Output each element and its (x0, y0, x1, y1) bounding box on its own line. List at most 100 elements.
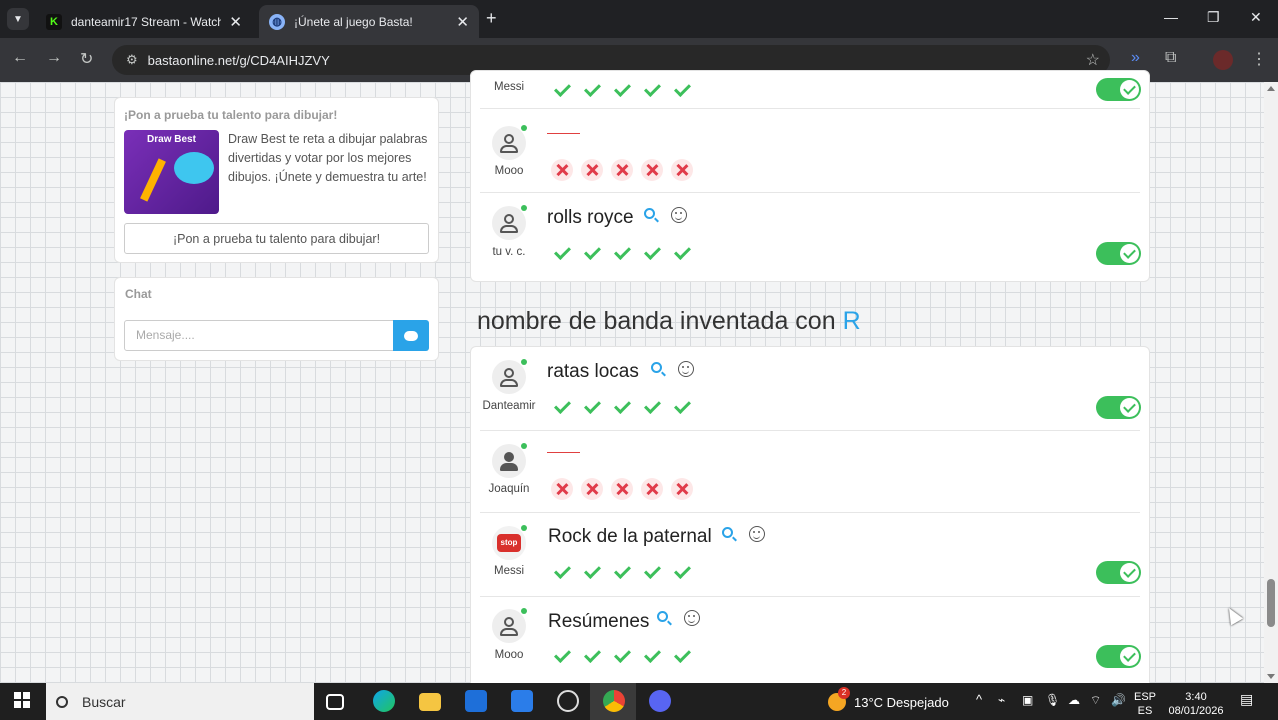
check-icon[interactable] (581, 561, 603, 583)
check-icon[interactable] (671, 645, 693, 667)
minimize-icon[interactable]: — (1164, 9, 1178, 25)
tab-basta[interactable]: ◍ ¡Únete al juego Basta! ✕ (259, 5, 479, 38)
check-icon[interactable] (581, 79, 603, 101)
search-icon[interactable] (657, 611, 668, 622)
check-icon[interactable] (671, 79, 693, 101)
emoji-react-icon[interactable] (678, 361, 694, 377)
check-icon[interactable] (581, 396, 603, 418)
back-icon[interactable]: ← (12, 49, 28, 67)
check-icon[interactable] (611, 242, 633, 264)
cross-icon[interactable] (641, 478, 663, 500)
cross-icon[interactable] (671, 159, 693, 181)
file-explorer-icon[interactable] (419, 693, 441, 711)
bookmark-star-icon[interactable]: ☆ (1086, 50, 1100, 70)
check-icon[interactable] (551, 645, 573, 667)
check-icon[interactable] (611, 561, 633, 583)
approve-toggle[interactable] (1096, 78, 1141, 101)
approve-toggle[interactable] (1096, 645, 1141, 668)
promo-button[interactable]: ¡Pon a prueba tu talento para dibujar! (124, 223, 429, 254)
scroll-down-icon[interactable] (1267, 674, 1275, 679)
microphone-icon[interactable]: 🎙 (1045, 693, 1060, 707)
obs-icon[interactable] (557, 690, 579, 712)
extension-icon[interactable]: » (1131, 49, 1140, 67)
cloud-icon[interactable]: ☁ (1068, 693, 1080, 707)
forward-icon[interactable]: → (46, 49, 62, 67)
search-icon[interactable] (722, 527, 733, 538)
cross-icon[interactable] (611, 478, 633, 500)
scroll-thumb[interactable] (1267, 579, 1275, 627)
close-tab-icon[interactable]: ✕ (229, 13, 242, 31)
approve-toggle[interactable] (1096, 396, 1141, 419)
close-tab-icon[interactable]: ✕ (456, 13, 469, 31)
approve-toggle[interactable] (1096, 561, 1141, 584)
new-tab-icon[interactable]: + (486, 8, 497, 29)
check-icon[interactable] (551, 79, 573, 101)
chrome-icon[interactable] (603, 690, 625, 712)
draw-best-image[interactable]: Draw Best (124, 130, 219, 214)
search-icon[interactable] (651, 362, 662, 373)
page-scrollbar[interactable] (1264, 82, 1278, 683)
network-icon[interactable]: ⌁ (998, 693, 1005, 707)
player-name: Mooo (494, 165, 524, 177)
store-icon[interactable] (511, 690, 533, 712)
reload-icon[interactable]: ↻ (80, 49, 93, 69)
online-dot (521, 443, 527, 449)
taskbar-search[interactable]: Buscar (46, 683, 314, 720)
emoji-react-icon[interactable] (684, 610, 700, 626)
discord-icon[interactable] (649, 690, 671, 712)
site-info-icon[interactable]: ⚙ (126, 52, 138, 68)
windows-start-icon[interactable] (14, 692, 30, 708)
outlook-icon[interactable] (465, 690, 487, 712)
pencil-graphic (140, 158, 166, 202)
cross-icon[interactable] (581, 159, 603, 181)
chat-message-input[interactable]: Mensaje.... (124, 320, 394, 351)
menu-kebab-icon[interactable]: ⋮ (1251, 49, 1267, 69)
edge-icon[interactable] (373, 690, 395, 712)
check-icon[interactable] (641, 242, 663, 264)
check-icon[interactable] (551, 396, 573, 418)
check-icon[interactable] (671, 396, 693, 418)
approve-toggle[interactable] (1096, 242, 1141, 265)
clock[interactable]: 3:40 08/01/2026 (1164, 690, 1228, 718)
profile-avatar[interactable] (1213, 50, 1233, 70)
emoji-react-icon[interactable] (749, 526, 765, 542)
check-icon[interactable] (611, 79, 633, 101)
task-view-icon[interactable] (326, 694, 344, 710)
notification-icon[interactable]: ▤ (1240, 692, 1253, 706)
check-icon[interactable] (611, 396, 633, 418)
device-icon[interactable]: ▣ (1022, 693, 1033, 707)
check-icon[interactable] (671, 561, 693, 583)
check-icon[interactable] (671, 242, 693, 264)
check-icon[interactable] (641, 645, 663, 667)
cross-icon[interactable] (581, 478, 603, 500)
cross-icon[interactable] (641, 159, 663, 181)
close-window-icon[interactable]: ✕ (1250, 9, 1262, 26)
tab-stream[interactable]: K danteamir17 Stream - Watch Li ✕ (36, 5, 252, 38)
check-icon[interactable] (641, 561, 663, 583)
cross-icon[interactable] (551, 478, 573, 500)
speaker-icon[interactable]: 🔊 (1111, 693, 1126, 707)
chat-send-button[interactable] (393, 320, 429, 351)
search-icon (56, 695, 68, 708)
check-icon[interactable] (581, 645, 603, 667)
check-icon (1120, 563, 1139, 582)
cross-icon[interactable] (611, 159, 633, 181)
check-icon[interactable] (551, 242, 573, 264)
search-icon[interactable] (644, 208, 655, 219)
weather-widget[interactable]: 2 13°C Despejado (828, 687, 949, 711)
cross-icon[interactable] (671, 478, 693, 500)
scroll-up-icon[interactable] (1267, 86, 1275, 91)
check-icon[interactable] (641, 79, 663, 101)
check-icon[interactable] (641, 396, 663, 418)
cross-icon[interactable] (551, 159, 573, 181)
check-icon[interactable] (551, 561, 573, 583)
restore-icon[interactable]: ❐ (1207, 9, 1220, 26)
language-indicator[interactable]: ESP ES (1130, 690, 1160, 718)
check-icon[interactable] (611, 645, 633, 667)
wifi-icon[interactable]: ⌔ (1090, 693, 1101, 707)
emoji-react-icon[interactable] (671, 207, 687, 223)
check-icon[interactable] (581, 242, 603, 264)
chevron-up-icon[interactable]: ^ (976, 693, 982, 707)
extensions-puzzle-icon[interactable]: ⧉ (1165, 49, 1176, 67)
tab-search-button[interactable]: ▼ (7, 8, 29, 30)
